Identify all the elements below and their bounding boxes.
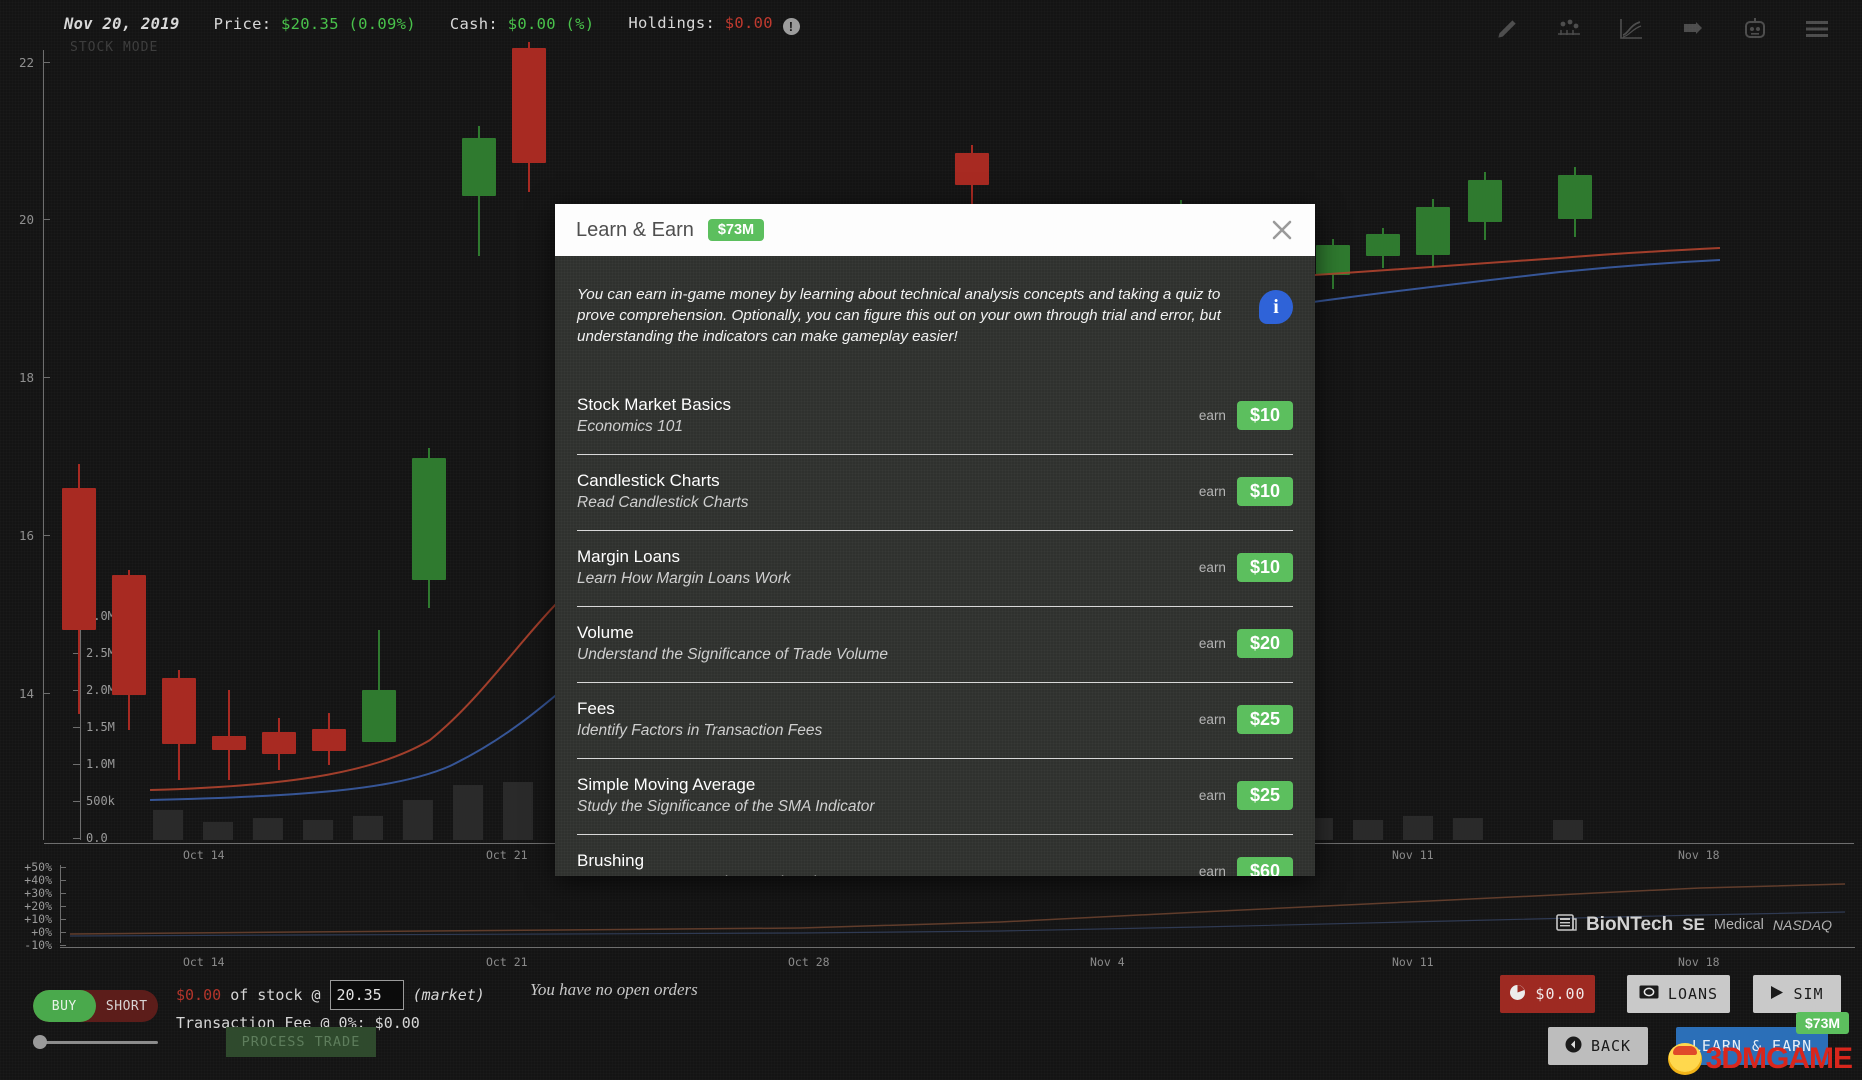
info-bubble-icon[interactable]: i	[1259, 290, 1293, 324]
earn-amount: $10	[1237, 553, 1293, 582]
modal-intro-text: You can earn in-game money by learning a…	[577, 284, 1243, 347]
modal-body[interactable]: You can earn in-game money by learning a…	[555, 256, 1315, 876]
earn-label: earn	[1199, 484, 1226, 499]
lesson-subtitle: See How to Scan and Zoom the Chart	[577, 872, 1199, 876]
lesson-subtitle: Economics 101	[577, 416, 1199, 438]
close-icon[interactable]	[1267, 215, 1297, 245]
earn-amount: $20	[1237, 629, 1293, 658]
earn-amount: $10	[1237, 401, 1293, 430]
lesson-title: Stock Market Basics	[577, 393, 1199, 416]
list-item[interactable]: Candlestick Charts Read Candlestick Char…	[577, 455, 1293, 531]
modal-title: Learn & Earn	[576, 219, 694, 242]
list-item[interactable]: Stock Market Basics Economics 101 earn $…	[577, 379, 1293, 455]
learn-and-earn-modal: Learn & Earn $73M You can earn in-game m…	[555, 204, 1315, 876]
earn-amount: $25	[1237, 705, 1293, 734]
earn-amount: $25	[1237, 781, 1293, 810]
earn-label: earn	[1199, 864, 1226, 876]
lesson-title: Margin Loans	[577, 545, 1199, 568]
lesson-title: Brushing	[577, 849, 1199, 872]
lesson-subtitle: Learn How Margin Loans Work	[577, 568, 1199, 590]
list-item[interactable]: Simple Moving Average Study the Signific…	[577, 759, 1293, 835]
list-item[interactable]: Volume Understand the Significance of Tr…	[577, 607, 1293, 683]
earn-label: earn	[1199, 408, 1226, 423]
lesson-subtitle: Identify Factors in Transaction Fees	[577, 720, 1199, 742]
lesson-title: Fees	[577, 697, 1199, 720]
earn-amount: $60	[1237, 857, 1293, 876]
earn-label: earn	[1199, 560, 1226, 575]
lesson-subtitle: Understand the Significance of Trade Vol…	[577, 644, 1199, 666]
earn-label: earn	[1199, 636, 1226, 651]
list-item[interactable]: Margin Loans Learn How Margin Loans Work…	[577, 531, 1293, 607]
earn-amount: $10	[1237, 477, 1293, 506]
modal-intro: You can earn in-game money by learning a…	[577, 256, 1293, 357]
earn-label: earn	[1199, 712, 1226, 727]
modal-money-badge: $73M	[708, 219, 764, 241]
trading-game-screen: Nov 20, 2019 Price: $20.35 (0.09%) Cash:…	[0, 0, 1862, 1080]
lesson-title: Simple Moving Average	[577, 773, 1199, 796]
lesson-title: Volume	[577, 621, 1199, 644]
list-item[interactable]: Fees Identify Factors in Transaction Fee…	[577, 683, 1293, 759]
lesson-subtitle: Read Candlestick Charts	[577, 492, 1199, 514]
modal-header: Learn & Earn $73M	[555, 204, 1315, 256]
lesson-list: Stock Market Basics Economics 101 earn $…	[577, 379, 1293, 876]
lesson-title: Candlestick Charts	[577, 469, 1199, 492]
lesson-subtitle: Study the Significance of the SMA Indica…	[577, 796, 1199, 818]
earn-label: earn	[1199, 788, 1226, 803]
list-item[interactable]: Brushing See How to Scan and Zoom the Ch…	[577, 835, 1293, 876]
